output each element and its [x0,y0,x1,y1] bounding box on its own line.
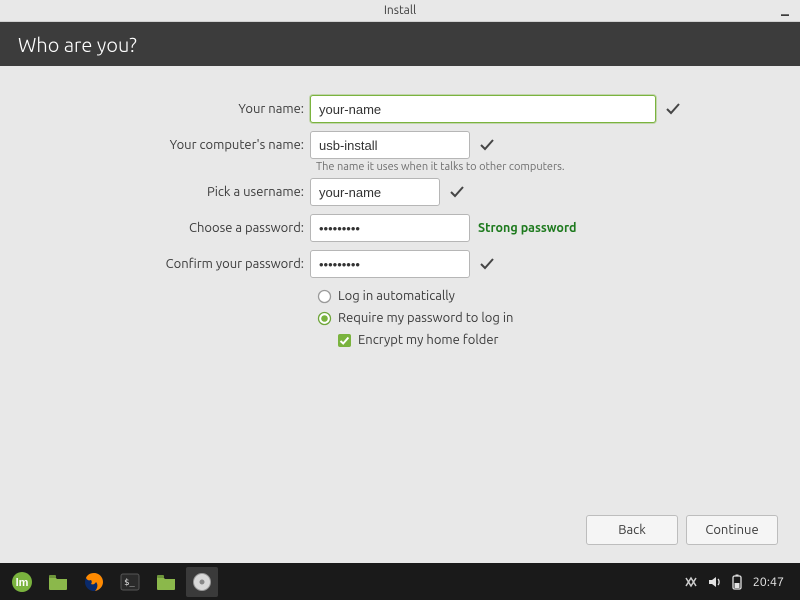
firefox-icon[interactable] [78,567,110,597]
check-icon [448,183,466,201]
username-field[interactable] [310,178,440,206]
option-encrypt-home-label: Encrypt my home folder [358,333,498,347]
label-user: Pick a username: [26,185,310,199]
confirm-password-field[interactable] [310,250,470,278]
checkbox-encrypt-home[interactable] [336,332,352,348]
page-title: Who are you? [18,33,137,56]
check-icon [478,136,496,154]
terminal-icon[interactable]: $_ [114,567,146,597]
taskbar: lm $_ [0,563,800,600]
network-icon[interactable] [683,575,699,589]
system-tray: 20:47 [683,574,794,590]
installer-window: Install _ Who are you? Your name: Your c… [0,0,800,563]
svg-text:lm: lm [16,577,29,589]
page-header: Who are you? [0,22,800,66]
form-area: Your name: Your computer's name: The nam… [0,66,800,563]
minimize-icon[interactable]: _ [778,3,792,17]
label-pass: Choose a password: [26,221,310,235]
svg-text:$_: $_ [124,578,135,588]
check-icon [478,255,496,273]
check-icon [664,100,682,118]
back-button[interactable]: Back [586,515,678,545]
label-pass2: Confirm your password: [26,257,310,271]
password-field[interactable] [310,214,470,242]
mint-menu-icon[interactable]: lm [6,567,38,597]
label-name: Your name: [26,102,310,116]
window-title: Install [384,4,416,17]
battery-icon[interactable] [731,574,743,590]
label-host: Your computer's name: [26,138,310,152]
option-require-password-label: Require my password to log in [338,311,513,325]
radio-auto-login[interactable] [316,288,332,304]
clock[interactable]: 20:47 [751,575,790,589]
option-auto-login-label: Log in automatically [338,289,455,303]
radio-require-password[interactable] [316,310,332,326]
titlebar: Install _ [0,0,800,22]
host-hint: The name it uses when it talks to other … [316,160,565,173]
continue-button[interactable]: Continue [686,515,778,545]
password-strength: Strong password [478,221,576,235]
computer-name-field[interactable] [310,131,470,159]
footer-buttons: Back Continue [586,515,778,545]
name-field[interactable] [310,95,656,123]
installer-task-icon[interactable] [186,567,218,597]
files-icon-alt[interactable] [150,567,182,597]
volume-icon[interactable] [707,575,723,589]
files-icon[interactable] [42,567,74,597]
